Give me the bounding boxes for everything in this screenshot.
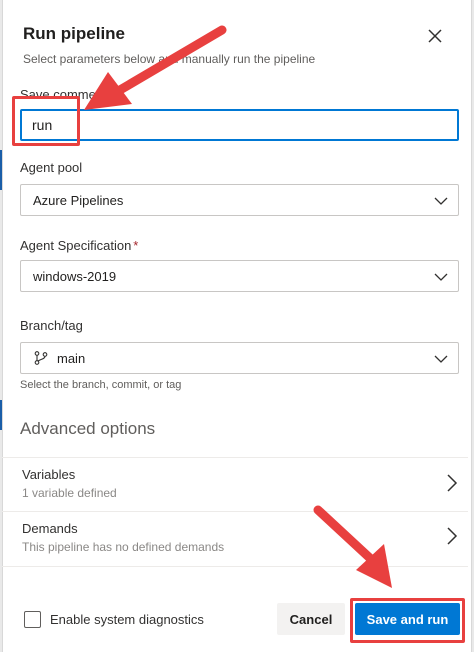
variables-subtitle: 1 variable defined — [22, 486, 117, 500]
chevron-right-icon — [447, 527, 458, 545]
agent-pool-dropdown[interactable]: Azure Pipelines — [20, 184, 459, 216]
chevron-down-icon — [434, 197, 448, 205]
agent-spec-value: windows-2019 — [33, 269, 117, 284]
advanced-options-heading: Advanced options — [20, 419, 156, 438]
chevron-right-icon — [447, 474, 458, 492]
dialog-title: Run pipeline — [23, 24, 125, 43]
dialog-subtitle: Select parameters below and manually run… — [23, 52, 316, 66]
agent-spec-label: Agent Specification * — [20, 238, 138, 253]
save-comment-label: Save comment — [20, 87, 107, 102]
demands-title: Demands — [22, 521, 78, 536]
close-button[interactable] — [423, 24, 447, 48]
agent-spec-label-text: Agent Specification — [20, 238, 132, 253]
variables-row[interactable]: Variables 1 variable defined — [2, 458, 468, 512]
chevron-down-icon — [434, 273, 448, 281]
branch-label: Branch/tag — [20, 318, 83, 333]
required-mark: * — [133, 238, 139, 253]
branch-value: main — [57, 351, 86, 366]
close-icon — [428, 29, 442, 43]
divider — [2, 566, 468, 567]
save-comment-input[interactable] — [20, 109, 459, 141]
chevron-down-icon — [434, 355, 448, 363]
agent-spec-dropdown[interactable]: windows-2019 — [20, 260, 459, 292]
agent-pool-label: Agent pool — [20, 160, 83, 175]
demands-row[interactable]: Demands This pipeline has no defined dem… — [2, 512, 468, 566]
diagnostics-checkbox[interactable] — [24, 611, 41, 628]
save-and-run-button[interactable]: Save and run — [355, 603, 460, 635]
branch-helper-text: Select the branch, commit, or tag — [20, 379, 182, 391]
branch-dropdown[interactable]: main — [20, 342, 459, 374]
variables-title: Variables — [22, 467, 76, 482]
cancel-button[interactable]: Cancel — [277, 603, 345, 635]
demands-subtitle: This pipeline has no defined demands — [22, 540, 225, 554]
branch-icon — [34, 351, 48, 365]
agent-pool-value: Azure Pipelines — [33, 193, 124, 208]
diagnostics-label: Enable system diagnostics — [50, 612, 204, 627]
